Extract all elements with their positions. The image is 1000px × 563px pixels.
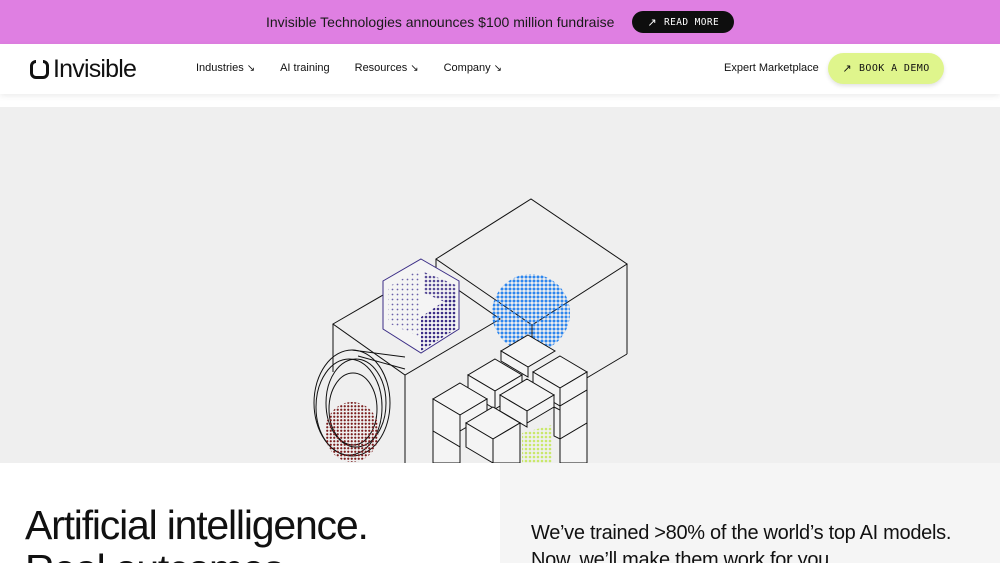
purple-dot-cube (382, 258, 460, 354)
announcement-banner: Invisible Technologies announces $100 mi… (0, 0, 1000, 44)
logo-text: Invisible (53, 54, 137, 83)
arrow-down-right-icon: ↘ (246, 62, 256, 74)
tagline-line-2: Now, we’ll make them work for you. (531, 549, 835, 563)
cube-camera-illustration (313, 198, 628, 463)
cube-grid (432, 334, 588, 463)
book-demo-button[interactable]: ↗ BOOK A DEMO (828, 53, 944, 84)
headline-panel: Artificial intelligence. Real outcomes. (0, 463, 500, 563)
hero-tagline: We’ve trained >80% of the world’s top AI… (531, 520, 951, 563)
nav-item-company[interactable]: Company ↘ (444, 62, 502, 74)
nav-item-label: Resources (354, 62, 408, 74)
nav-item-ai-training[interactable]: AI training (280, 62, 330, 74)
nav-item-industries[interactable]: Industries ↘ (196, 62, 255, 74)
logo-mark-icon (30, 58, 49, 79)
headline-line-1: Artificial intelligence. (25, 502, 369, 548)
arrow-down-right-icon: ↘ (493, 62, 503, 74)
expert-marketplace-link[interactable]: Expert Marketplace (724, 62, 819, 74)
tagline-line-1: We’ve trained >80% of the world’s top AI… (531, 522, 952, 544)
arrow-down-right-icon: ↘ (410, 62, 419, 74)
read-more-label: READ MORE (663, 16, 720, 28)
tagline-panel: We’ve trained >80% of the world’s top AI… (500, 463, 1000, 563)
hero-headline: Artificial intelligence. Real outcomes. (25, 502, 369, 563)
arrow-up-right-icon: ↗ (842, 62, 852, 75)
arrow-up-right-icon: ↗ (647, 15, 657, 29)
nav-item-label: Industries (196, 62, 244, 74)
headline-line-2: Real outcomes. (25, 547, 368, 563)
nav-links: Industries ↘ AI training Resources ↘ Com… (196, 62, 527, 74)
nav-item-label: AI training (280, 62, 330, 74)
hero-illustration (0, 107, 1000, 463)
book-demo-label: BOOK A DEMO (858, 63, 930, 74)
nav-item-resources[interactable]: Resources ↘ (355, 62, 419, 74)
invisible-logo[interactable]: Invisible (30, 54, 137, 83)
maroon-dot-sphere (325, 402, 379, 462)
lime-dot-cube (522, 425, 552, 463)
announcement-text: Invisible Technologies announces $100 mi… (265, 14, 615, 30)
top-navigation: Invisible Industries ↘ AI training Resou… (0, 44, 1000, 94)
read-more-button[interactable]: ↗ READ MORE (632, 11, 735, 33)
nav-item-label: Company (443, 62, 491, 74)
